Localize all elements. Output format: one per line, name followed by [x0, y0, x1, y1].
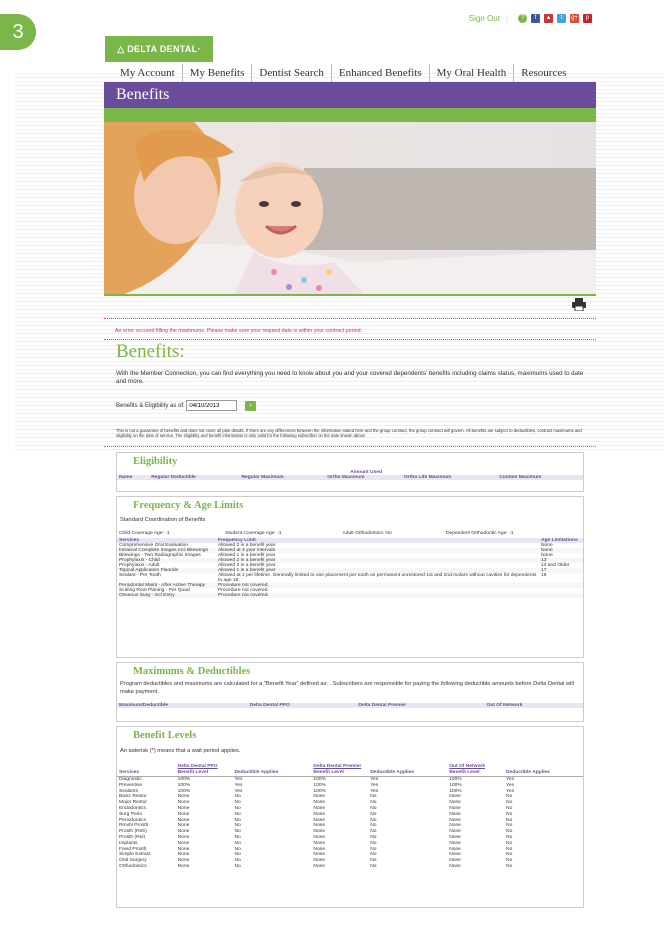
table-cell: 18: [541, 573, 547, 579]
youtube-icon[interactable]: ▲: [544, 14, 553, 24]
green-band: [104, 108, 596, 122]
benefits-heading: Benefits:: [116, 341, 185, 362]
table-row: Sealant - Per Tooth Allowed at 1 per life…: [117, 573, 583, 583]
col-ortho-maximum: Ortho Maximum: [327, 475, 365, 481]
table-cell: No: [370, 863, 377, 869]
col-max-deductible: Maximum/Deductible: [119, 703, 168, 709]
student-age: Student Coverage Age: -1: [225, 531, 282, 537]
table-cell: Allowed at 1 per lifetime. Generally lim…: [218, 573, 537, 584]
maximums-table: Maximum/Deductible Delta Dental PPO Delt…: [117, 703, 583, 709]
eligibility-panel: Eligibility Amount Used Name Regular Ded…: [116, 452, 584, 493]
help-icon[interactable]: ?: [518, 14, 527, 24]
cob-text: Standard Coordination of Benefits: [120, 517, 206, 524]
table-cell: Orthodontics: [119, 863, 147, 869]
disclaimer-text: This is not a guarantee of benefits and …: [116, 428, 582, 439]
nav-my-oral-health[interactable]: My Oral Health: [428, 64, 514, 82]
as-of-date-input[interactable]: [186, 400, 238, 411]
frequency-table: Services Frequency Limit Age Limitations…: [117, 538, 583, 599]
dependent-ortho-age: Dependent Orthodontic Age: -1: [445, 531, 514, 537]
table-cell: No: [506, 863, 513, 869]
table-cell: No: [234, 863, 241, 869]
step-badge: 3: [0, 14, 36, 50]
as-of-label: Benefits & Eligibility as of:: [116, 403, 185, 410]
table-row: Osseous Surg - Incl Entry Procedure not c…: [117, 593, 583, 599]
frequency-title: Frequency & Age Limits: [133, 500, 244, 512]
col-name: Name: [119, 475, 133, 481]
page-title-bar: Benefits: [104, 82, 596, 108]
nav-my-benefits[interactable]: My Benefits: [181, 64, 252, 82]
col-regular-deductible: Regular Deductible: [151, 475, 196, 481]
col-out-of-network: Out Of Network: [486, 703, 523, 709]
go-button[interactable]: ›: [245, 400, 257, 411]
table-cell: None: [313, 863, 326, 869]
eligibility-table: Amount Used Name Regular Deductible Regu…: [117, 470, 583, 481]
nav-dentist-search[interactable]: Dentist Search: [251, 64, 330, 82]
wait-period-note: An asterisk (*) means that a wait period…: [120, 748, 241, 755]
as-of-row: Benefits & Eligibility as of: ›: [104, 386, 596, 418]
nav-my-account[interactable]: My Account: [104, 64, 182, 82]
intro-text: With the Member Connection, you can find…: [116, 370, 584, 385]
maximums-title: Maximums & Deductibles: [133, 666, 251, 678]
maximums-text: Program deductibles and maximums are cal…: [120, 681, 574, 695]
main-nav: My Account My Benefits Dentist Search Enhan…: [104, 64, 596, 82]
sign-out-link[interactable]: Sign Out: [469, 14, 500, 23]
table-row: Orthodontics None No None No None No: [117, 864, 583, 870]
adult-ortho: Adult Orthodontics: No: [342, 531, 392, 537]
google-plus-icon[interactable]: g+: [570, 14, 579, 24]
page: Sign Out |? f ▲ t g+ p △ DELTA DENTAL· My Acco…: [104, 14, 596, 909]
col-regular-maximum: Regular Maximum: [241, 475, 284, 481]
delta-dental-logo[interactable]: △ DELTA DENTAL·: [105, 36, 213, 62]
table-cell: Sealant - Per Tooth: [119, 573, 161, 579]
col-ortho-life-maximum: Ortho Life Maximum: [403, 475, 452, 481]
frequency-panel: Frequency & Age Limits Standard Coordina…: [116, 496, 584, 659]
main-content: An error occured filling the maximums. P…: [104, 296, 596, 909]
table-cell: None: [177, 863, 190, 869]
table-cell: Procedure not covered.: [218, 593, 269, 599]
table-cell: None: [449, 863, 461, 869]
dotted-divider: [104, 339, 596, 340]
dotted-divider: [104, 446, 596, 448]
twitter-icon[interactable]: t: [557, 14, 566, 24]
hero-image-mother-baby: [104, 122, 596, 294]
error-message: An error occured filling the maximums. P…: [115, 328, 363, 334]
col-custom-maximum: Custom Maximum: [499, 475, 542, 481]
maximums-panel: Maximums & Deductibles Program deductibl…: [116, 662, 584, 723]
benefit-levels-panel: Benefit Levels An asterisk (*) means tha…: [116, 726, 584, 909]
table-cell: [539, 593, 583, 598]
child-age: Child Coverage Age: -1: [119, 531, 170, 537]
printer-icon[interactable]: [572, 298, 586, 314]
eligibility-title: Eligibility: [133, 456, 178, 468]
age-table: Child Coverage Age: -1 Student Coverage …: [117, 531, 583, 536]
benefit-levels-table: Delta Dental PPO Delta Dental Premier Ou…: [117, 764, 583, 869]
table-cell: Osseous Surg - Incl Entry: [119, 593, 175, 599]
nav-resources[interactable]: Resources: [513, 64, 573, 82]
col-premier: Delta Dental Premier: [358, 703, 407, 709]
facebook-icon[interactable]: f: [531, 14, 540, 24]
nav-enhanced-benefits[interactable]: Enhanced Benefits: [330, 64, 429, 82]
pinterest-icon[interactable]: p: [583, 14, 592, 24]
benefit-levels-title: Benefit Levels: [133, 730, 197, 742]
col-ppo: Delta Dental PPO: [249, 703, 290, 709]
